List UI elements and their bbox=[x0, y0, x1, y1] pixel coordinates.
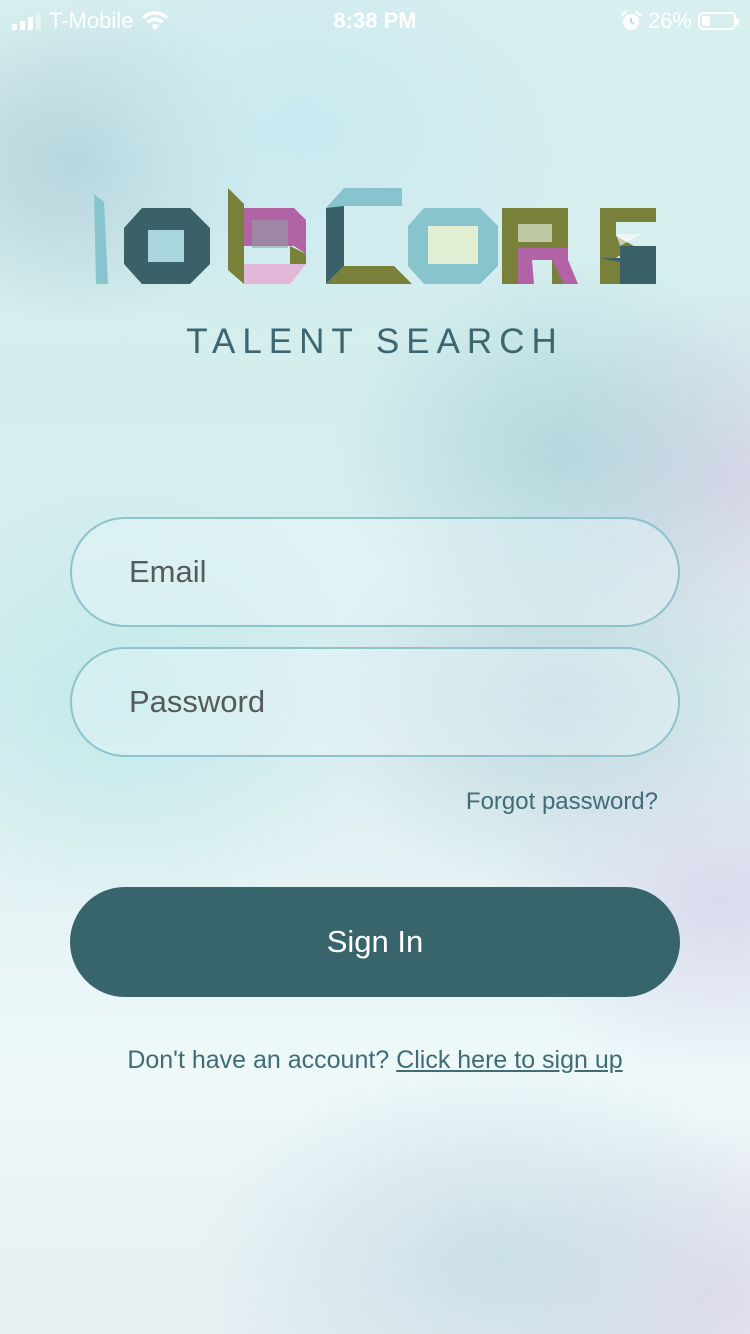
forgot-password-link[interactable]: Forgot password? bbox=[466, 788, 658, 816]
email-field[interactable] bbox=[70, 517, 680, 627]
signup-prompt: Don't have an account? bbox=[127, 1046, 390, 1074]
status-bar: T-Mobile 8:38 PM 26% bbox=[0, 0, 750, 40]
battery-icon bbox=[698, 12, 739, 30]
jobcore-logo-mark bbox=[94, 188, 656, 284]
logo-tagline: TALENT SEARCH bbox=[186, 322, 564, 361]
alarm-icon bbox=[620, 10, 642, 30]
jobcore-logo bbox=[94, 186, 656, 286]
signup-prompt-line: Don't have an account? Click here to sig… bbox=[0, 1046, 750, 1075]
password-field[interactable] bbox=[70, 647, 680, 757]
signup-link[interactable]: Click here to sign up bbox=[396, 1046, 623, 1074]
sign-in-button[interactable]: Sign In bbox=[70, 887, 680, 997]
status-right: 26% bbox=[620, 8, 739, 34]
battery-percent: 26% bbox=[647, 8, 692, 33]
battery-fill bbox=[702, 16, 710, 26]
